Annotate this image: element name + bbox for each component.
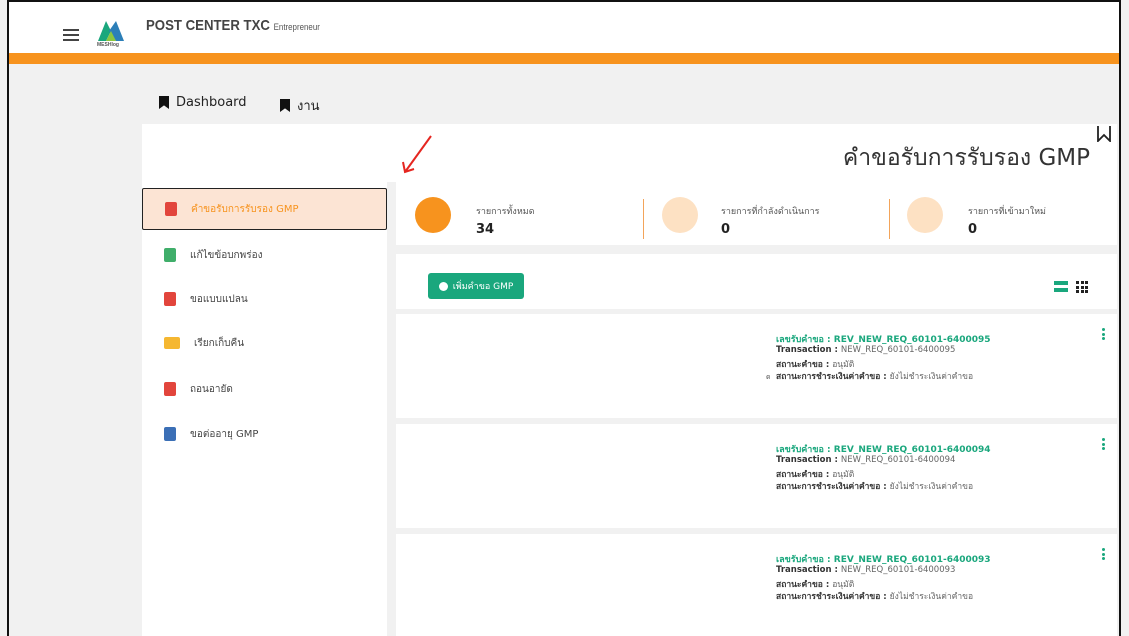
more-options-icon[interactable] bbox=[1102, 548, 1105, 562]
grid-view-icon[interactable] bbox=[1076, 281, 1088, 293]
stat-label: รายการที่กำลังดำเนินการ bbox=[721, 207, 820, 217]
plus-circle-icon bbox=[438, 281, 448, 291]
stat-in-progress: รายการที่กำลังดำเนินการ 0 bbox=[643, 182, 888, 245]
request-card[interactable]: เลขรับคำขอ : REV_NEW_REQ_60101-6400093 T… bbox=[767, 534, 1117, 636]
stat-value: 0 bbox=[968, 222, 978, 237]
app-subtitle: Entrepreneur bbox=[273, 22, 320, 32]
sidebar: คำขอรับการรับรอง GMP แก้ไขข้อบกพร่อง ขอแ… bbox=[142, 182, 387, 636]
transaction-row: Transaction : NEW_REQ_60101-6400093 bbox=[776, 565, 956, 575]
stat-label: รายการทั้งหมด bbox=[476, 207, 535, 217]
bookmark-outline-icon[interactable] bbox=[1097, 126, 1111, 142]
transaction-row: Transaction : NEW_REQ_60101-6400094 bbox=[776, 455, 956, 465]
bookmark-icon bbox=[159, 96, 169, 109]
sidebar-item-label: ขอต่ออายุ GMP bbox=[190, 428, 259, 440]
document-icon bbox=[907, 197, 943, 233]
transaction-row: Transaction : NEW_REQ_60101-6400095 bbox=[776, 345, 956, 355]
sidebar-item-label: เรียกเก็บคืน bbox=[194, 337, 245, 349]
stats-bar: รายการทั้งหมด 34 รายการที่กำลังดำเนินการ… bbox=[396, 182, 1117, 245]
document-green-icon bbox=[164, 248, 176, 262]
sidebar-item-renew-gmp[interactable]: ขอต่ออายุ GMP bbox=[142, 413, 387, 455]
document-red-icon bbox=[164, 292, 176, 306]
hamburger-menu-icon[interactable] bbox=[63, 29, 79, 41]
request-number: เลขรับคำขอ : REV_NEW_REQ_60101-6400094 bbox=[776, 445, 991, 455]
stat-value: 34 bbox=[476, 222, 495, 237]
sidebar-item-label: คำขอรับการรับรอง GMP bbox=[191, 203, 299, 215]
sidebar-item-fix-defects[interactable]: แก้ไขข้อบกพร่อง bbox=[142, 234, 387, 276]
stat-new: รายการที่เข้ามาใหม่ 0 bbox=[889, 182, 1117, 245]
sidebar-item-withdraw[interactable]: ถอนอายัด bbox=[142, 368, 387, 410]
card-image-area bbox=[396, 534, 767, 636]
card-image-area bbox=[396, 424, 767, 528]
more-options-icon[interactable] bbox=[1102, 328, 1105, 342]
tab-dashboard[interactable]: Dashboard bbox=[159, 95, 247, 110]
bookmark-icon bbox=[280, 99, 290, 112]
request-card[interactable]: เลขรับคำขอ : REV_NEW_REQ_60101-6400094 T… bbox=[767, 424, 1117, 528]
add-button-label: เพิ่มคำขอ GMP bbox=[452, 282, 514, 292]
sidebar-item-label: แก้ไขข้อบกพร่อง bbox=[190, 249, 263, 261]
document-red-icon bbox=[164, 382, 176, 396]
list-view-icon[interactable] bbox=[1054, 281, 1068, 292]
sidebar-item-plan[interactable]: ขอแบบแปลน bbox=[142, 278, 387, 320]
stat-value: 0 bbox=[721, 222, 731, 237]
top-bar: MESHlog POST CENTER TXC Entrepreneur bbox=[9, 2, 1119, 53]
stat-label: รายการที่เข้ามาใหม่ bbox=[968, 207, 1046, 217]
tab-work-label: งาน bbox=[297, 99, 320, 114]
page-title: คำขอรับการรับรอง GMP bbox=[842, 145, 1090, 171]
app-title: POST CENTER TXC Entrepreneur bbox=[146, 17, 320, 34]
request-number: เลขรับคำขอ : REV_NEW_REQ_60101-6400095 bbox=[776, 335, 991, 345]
document-blue-icon bbox=[164, 427, 176, 441]
payment-row: สถานะการชำระเงินค่าคำขอ : ยังไม่ชำระเงิน… bbox=[776, 482, 974, 492]
sidebar-item-label: ขอแบบแปลน bbox=[190, 293, 248, 305]
request-number: เลขรับคำขอ : REV_NEW_REQ_60101-6400093 bbox=[776, 555, 991, 565]
more-options-icon[interactable] bbox=[1102, 438, 1105, 452]
payment-row: สถานะการชำระเงินค่าคำขอ : ยังไม่ชำระเงิน… bbox=[776, 592, 974, 602]
page-header: คำขอรับการรับรอง GMP bbox=[142, 124, 1117, 182]
document-icon bbox=[415, 197, 451, 233]
app-frame: MESHlog POST CENTER TXC Entrepreneur Das… bbox=[7, 0, 1121, 636]
document-refresh-icon bbox=[662, 197, 698, 233]
red-arrow-annotation bbox=[402, 135, 432, 174]
tab-dashboard-label: Dashboard bbox=[176, 95, 247, 110]
folder-icon bbox=[164, 337, 180, 349]
tab-work[interactable]: งาน bbox=[280, 95, 320, 116]
document-red-icon bbox=[165, 202, 177, 216]
stat-total: รายการทั้งหมด 34 bbox=[396, 182, 641, 245]
card-image-area bbox=[396, 314, 767, 418]
sidebar-item-gmp-request[interactable]: คำขอรับการรับรอง GMP bbox=[142, 188, 387, 230]
request-card[interactable]: เลขรับคำขอ : REV_NEW_REQ_60101-6400095 T… bbox=[767, 314, 1117, 418]
accent-bar bbox=[9, 53, 1119, 64]
toolbar: เพิ่มคำขอ GMP bbox=[396, 254, 1117, 309]
sidebar-item-label: ถอนอายัด bbox=[190, 383, 233, 395]
payment-row: สถานะการชำระเงินค่าคำขอ : ยังไม่ชำระเงิน… bbox=[776, 372, 974, 382]
sidebar-item-recall[interactable]: เรียกเก็บคืน bbox=[142, 322, 387, 364]
add-gmp-request-button[interactable]: เพิ่มคำขอ GMP bbox=[428, 273, 524, 299]
truncated-text: ด bbox=[766, 373, 771, 381]
app-title-text: POST CENTER TXC bbox=[146, 17, 270, 34]
logo-text: MESHlog bbox=[97, 42, 119, 48]
